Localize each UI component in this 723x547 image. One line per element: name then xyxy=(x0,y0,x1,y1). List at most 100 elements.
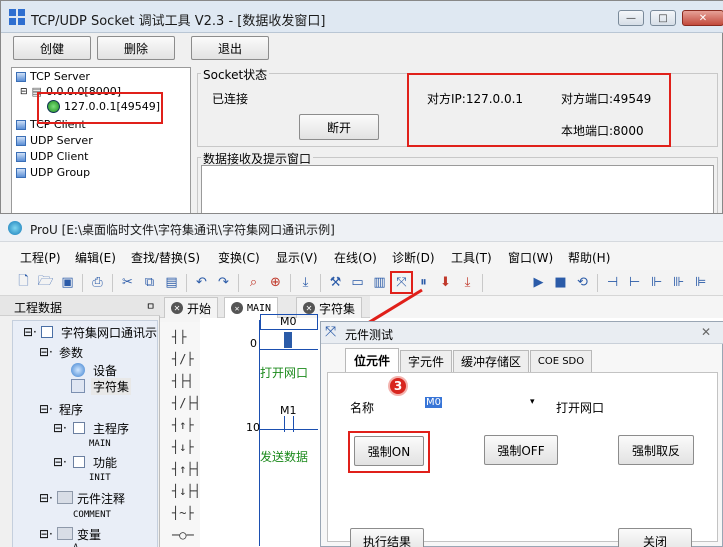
force-toggle-button[interactable]: 强制取反 xyxy=(618,435,694,465)
tree-var-tag[interactable]: A xyxy=(73,543,78,547)
tab-coe-sdo[interactable]: COE SDO xyxy=(530,350,592,372)
tab-buffer[interactable]: 缓冲存储区 xyxy=(453,350,529,372)
tree-main-tag[interactable]: MAIN xyxy=(89,439,111,449)
variables-toggle[interactable]: ⊟· xyxy=(39,527,53,541)
menu-project[interactable]: 工程(P) xyxy=(20,249,61,266)
parallel-rise-icon[interactable]: ┤↑├┤ xyxy=(172,462,201,476)
maximize-button[interactable]: □ xyxy=(650,10,676,26)
copy-icon[interactable]: ⧉ xyxy=(140,273,159,292)
comments-icon xyxy=(57,491,73,504)
tree-device[interactable]: 设备 xyxy=(93,362,117,379)
folder-icon xyxy=(16,71,26,82)
tree-program[interactable]: 程序 xyxy=(59,401,83,418)
recv-textarea[interactable] xyxy=(201,165,714,215)
comments-toggle[interactable]: ⊟· xyxy=(39,491,53,505)
ladder-line-icon[interactable]: ⊪ xyxy=(669,273,688,292)
params-toggle[interactable]: ⊟· xyxy=(39,345,53,359)
tree-client-node[interactable]: 127.0.0.1[49549] xyxy=(47,100,161,113)
rising-edge-icon[interactable]: ┤↑├ xyxy=(172,418,194,432)
no-contact-icon[interactable]: ┤├ xyxy=(172,330,186,344)
exit-button[interactable]: 退出 xyxy=(191,36,269,60)
paste-icon[interactable]: ▤ xyxy=(162,273,181,292)
rung-0-contact[interactable] xyxy=(284,332,292,348)
menu-edit[interactable]: 编辑(E) xyxy=(75,249,116,266)
menu-tools[interactable]: 工具(T) xyxy=(451,249,492,266)
tree-function[interactable]: 功能 xyxy=(93,454,117,471)
force-on-button[interactable]: 强制ON xyxy=(354,436,424,466)
dialog-close-icon[interactable]: ✕ xyxy=(701,325,711,339)
tree-udp-group[interactable]: UDP Group xyxy=(16,166,90,179)
new-file-icon[interactable]: 🗋 xyxy=(14,273,33,292)
program-toggle[interactable]: ⊟· xyxy=(39,402,53,416)
tab-bit-device[interactable]: 位元件 xyxy=(345,348,399,372)
parallel-no-icon[interactable]: ┤├┤ xyxy=(172,374,194,388)
menu-diagnose[interactable]: 诊断(D) xyxy=(392,249,435,266)
print-icon[interactable]: ⎙ xyxy=(88,273,107,292)
name-combobox[interactable]: M0 ▾ xyxy=(424,396,542,416)
tree-root-toggle[interactable]: ⊟· xyxy=(23,325,37,339)
pin-icon[interactable]: ㅁ xyxy=(146,298,155,313)
disconnect-button[interactable]: 断开 xyxy=(299,114,379,140)
ladder-branch-icon[interactable]: ⊩ xyxy=(647,273,666,292)
tree-comment-tag[interactable]: COMMENT xyxy=(73,510,111,520)
tree-init-tag[interactable]: INIT xyxy=(89,473,111,483)
undo-icon[interactable]: ↶ xyxy=(192,273,211,292)
charset-icon xyxy=(71,379,85,393)
menu-find-replace[interactable]: 查找/替换(S) xyxy=(131,249,200,266)
instruction-icon[interactable]: ⊕ xyxy=(266,273,285,292)
tree-comments[interactable]: 元件注释 xyxy=(77,490,125,507)
tree-main-program[interactable]: 主程序 xyxy=(93,420,129,437)
menu-help[interactable]: 帮助(H) xyxy=(568,249,610,266)
close-icon[interactable]: ✕ xyxy=(231,302,243,314)
cut-icon[interactable]: ✂ xyxy=(118,273,137,292)
tree-params[interactable]: 参数 xyxy=(59,344,83,361)
folder-icon xyxy=(16,151,26,162)
close-icon[interactable]: ✕ xyxy=(303,302,315,314)
reset-icon[interactable]: ⟲ xyxy=(573,273,592,292)
delete-button[interactable]: 删除 xyxy=(97,36,175,60)
chevron-down-icon[interactable]: ▾ xyxy=(530,397,535,407)
ladder-contact-icon[interactable]: ⊣ xyxy=(603,273,622,292)
ladder-parallel-icon[interactable]: ⊫ xyxy=(691,273,710,292)
tab-word-device[interactable]: 字元件 xyxy=(400,350,452,372)
menu-window[interactable]: 窗口(W) xyxy=(508,249,553,266)
prou-title-bar: ProU [E:\桌面临时文件\字符集通讯\字符集网口通讯示例] xyxy=(0,214,723,242)
nc-contact-icon[interactable]: ┤/├ xyxy=(172,352,194,366)
parallel-nc-icon[interactable]: ┤/├┤ xyxy=(172,396,201,410)
redo-icon[interactable]: ↷ xyxy=(214,273,233,292)
tree-variables[interactable]: 变量 xyxy=(77,526,101,543)
menu-convert[interactable]: 变换(C) xyxy=(218,249,260,266)
stop-icon[interactable]: ■ xyxy=(551,273,570,292)
run-icon[interactable]: ▶ xyxy=(529,273,548,292)
write-plc-icon[interactable]: ⤓ xyxy=(458,273,477,292)
read-plc-icon[interactable]: ⬇ xyxy=(436,273,455,292)
close-icon[interactable]: ✕ xyxy=(171,302,183,314)
download-icon[interactable]: ⤓ xyxy=(296,273,315,292)
ladder-coil-icon[interactable]: ⊢ xyxy=(625,273,644,292)
project-panel-header: 工程数据 ㅁ xyxy=(0,296,160,316)
minimize-button[interactable]: — xyxy=(618,10,644,26)
tree-udp-client[interactable]: UDP Client xyxy=(16,150,89,163)
save-icon[interactable]: ▣ xyxy=(58,273,77,292)
menu-online[interactable]: 在线(O) xyxy=(334,249,377,266)
parallel-fall-icon[interactable]: ┤↓├┤ xyxy=(172,484,201,498)
tree-root[interactable]: 字符集网口通讯示 xyxy=(61,324,157,341)
invert-icon[interactable]: ┤~├ xyxy=(172,506,194,520)
exec-result-button[interactable]: 执行结果 xyxy=(350,528,424,547)
menu-view[interactable]: 显示(V) xyxy=(276,249,318,266)
force-off-button[interactable]: 强制OFF xyxy=(484,435,558,465)
close-button[interactable]: ✕ xyxy=(682,10,723,26)
tree-tcp-server[interactable]: TCP Server xyxy=(16,70,90,83)
rung-1-contact[interactable] xyxy=(284,416,294,432)
tree-udp-server[interactable]: UDP Server xyxy=(16,134,93,147)
tab-start[interactable]: ✕ 开始 xyxy=(164,297,219,318)
device-find-icon[interactable]: ⌕ xyxy=(244,273,263,292)
dialog-close-button[interactable]: 关闭 xyxy=(618,528,692,547)
create-button[interactable]: 创健 xyxy=(13,36,91,60)
main-toggle[interactable]: ⊟· xyxy=(53,421,67,435)
function-toggle[interactable]: ⊟· xyxy=(53,455,67,469)
open-folder-icon[interactable]: 🗁 xyxy=(36,273,55,292)
falling-edge-icon[interactable]: ┤↓├ xyxy=(172,440,194,454)
tree-charset[interactable]: 字符集 xyxy=(91,378,132,395)
coil-icon[interactable]: ─○─ xyxy=(172,528,194,542)
